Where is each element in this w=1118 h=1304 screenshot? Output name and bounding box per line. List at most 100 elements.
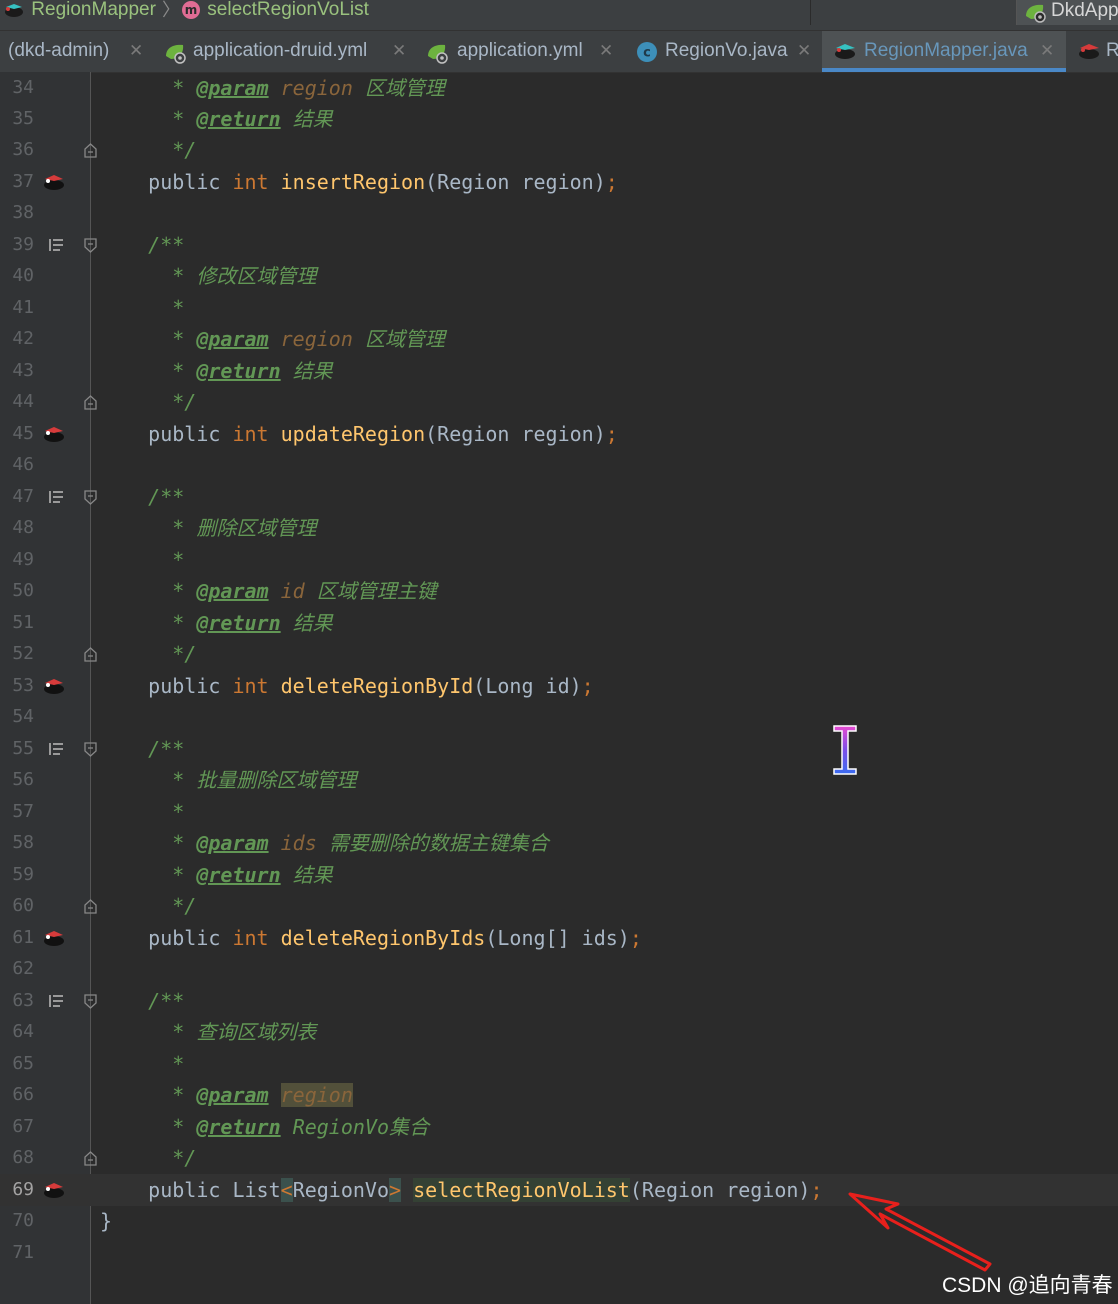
tab-dkd-admin[interactable]: (dkd-admin) ✕ — [0, 31, 150, 72]
code-line-56[interactable]: 56 * 批量删除区域管理 — [0, 764, 1118, 796]
code-line-66[interactable]: 66 * @param region — [0, 1079, 1118, 1111]
code-line-68[interactable]: 68 */ — [0, 1142, 1118, 1174]
code-line-63[interactable]: 63 /** — [0, 985, 1118, 1017]
breadcrumb-class[interactable]: RegionMapper — [2, 0, 156, 22]
java-class-icon: c — [637, 42, 657, 62]
code-line-42[interactable]: 42 * @param region 区域管理 — [0, 323, 1118, 355]
line-number: 70 — [12, 1210, 34, 1231]
implementation-lines-icon[interactable] — [49, 994, 63, 1008]
close-icon[interactable]: ✕ — [1040, 40, 1054, 62]
mybatis-mapper-icon — [835, 44, 855, 59]
close-icon[interactable]: ✕ — [392, 40, 406, 62]
line-number: 41 — [12, 297, 34, 318]
code-line-36[interactable]: 36 */ — [0, 134, 1118, 166]
line-number: 54 — [12, 706, 34, 727]
line-number: 38 — [12, 202, 34, 223]
mybatis-bird-icon — [5, 3, 23, 17]
code-line-54[interactable]: 54 — [0, 701, 1118, 733]
code-line-51[interactable]: 51 * @return 结果 — [0, 607, 1118, 639]
code-line-47[interactable]: 47 /** — [0, 481, 1118, 513]
line-number: 53 — [12, 675, 34, 696]
code-line-45[interactable]: 45 public int updateRegion(Region region… — [0, 418, 1118, 450]
line-number: 39 — [12, 234, 34, 255]
fold-end-icon[interactable] — [84, 1151, 97, 1166]
fold-start-icon[interactable] — [84, 490, 97, 505]
fold-start-icon[interactable] — [84, 238, 97, 253]
code-line-39[interactable]: 39 /** — [0, 229, 1118, 261]
mybatis-bird-icon[interactable] — [42, 928, 66, 948]
code-line-41[interactable]: 41 * — [0, 292, 1118, 324]
mybatis-mapper-icon — [1079, 44, 1099, 59]
close-icon[interactable]: ✕ — [599, 40, 613, 62]
close-icon[interactable]: ✕ — [797, 40, 811, 62]
implementation-lines-icon[interactable] — [49, 238, 63, 252]
doc-tag: @param — [196, 76, 269, 100]
code-line-46[interactable]: 46 — [0, 449, 1118, 481]
code-line-62[interactable]: 62 — [0, 953, 1118, 985]
line-number: 43 — [12, 360, 34, 381]
line-number: 68 — [12, 1147, 34, 1168]
code-line-60[interactable]: 60 */ — [0, 890, 1118, 922]
unused-param-highlight: region — [280, 1083, 353, 1107]
fold-end-icon[interactable] — [84, 143, 97, 158]
code-line-35[interactable]: 35 * @return 结果 — [0, 103, 1118, 135]
code-line-52[interactable]: 52 */ — [0, 638, 1118, 670]
code-line-67[interactable]: 67 * @return RegionVo集合 — [0, 1111, 1118, 1143]
tab-application-yml[interactable]: application.yml ✕ — [422, 31, 622, 72]
code-line-49[interactable]: 49 * — [0, 544, 1118, 576]
code-line-57[interactable]: 57 * — [0, 796, 1118, 828]
run-config-selector[interactable]: DkdApp — [1016, 0, 1118, 25]
doc-tag: @param — [196, 327, 269, 351]
tab-regionvo-java[interactable]: c RegionVo.java ✕ — [630, 31, 820, 72]
code-line-50[interactable]: 50 * @param id 区域管理主键 — [0, 575, 1118, 607]
close-icon[interactable]: ✕ — [129, 40, 143, 62]
code-line-44[interactable]: 44 */ — [0, 386, 1118, 418]
line-number: 52 — [12, 643, 34, 664]
tab-overflow-r[interactable]: R — [1072, 31, 1118, 72]
fold-start-icon[interactable] — [84, 742, 97, 757]
mybatis-bird-icon[interactable] — [42, 676, 66, 696]
code-line-38[interactable]: 38 — [0, 197, 1118, 229]
svg-text:c: c — [643, 46, 651, 61]
line-number: 45 — [12, 423, 34, 444]
code-line-34[interactable]: 34 * @param region 区域管理 — [0, 72, 1118, 104]
code-line-65[interactable]: 65 * — [0, 1048, 1118, 1080]
text-cursor-icon — [833, 725, 857, 775]
fold-start-icon[interactable] — [84, 994, 97, 1009]
navigation-bar: RegionMapper 〉 m selectRegionVoList DkdA… — [0, 0, 1118, 31]
code-line-64[interactable]: 64 * 查询区域列表 — [0, 1016, 1118, 1048]
fold-end-icon[interactable] — [84, 395, 97, 410]
editor-tab-bar: (dkd-admin) ✕ application-druid.yml ✕ ap… — [0, 31, 1118, 73]
implementation-lines-icon[interactable] — [49, 490, 63, 504]
fold-end-icon[interactable] — [84, 899, 97, 914]
mybatis-bird-icon[interactable] — [42, 424, 66, 444]
line-number: 49 — [12, 549, 34, 570]
code-line-37[interactable]: 37 public int insertRegion(Region region… — [0, 166, 1118, 198]
line-number: 35 — [12, 108, 34, 129]
fold-end-icon[interactable] — [84, 647, 97, 662]
mybatis-bird-icon[interactable] — [42, 172, 66, 192]
code-line-40[interactable]: 40 * 修改区域管理 — [0, 260, 1118, 292]
annotation-arrow-icon — [848, 1192, 992, 1272]
doc-tag: @param — [196, 1083, 269, 1107]
code-line-61[interactable]: 61 public int deleteRegionByIds(Long[] i… — [0, 922, 1118, 954]
line-number: 64 — [12, 1021, 34, 1042]
svg-text:m: m — [185, 3, 198, 17]
code-line-43[interactable]: 43 * @return 结果 — [0, 355, 1118, 387]
line-number: 61 — [12, 927, 34, 948]
implementation-lines-icon[interactable] — [49, 742, 63, 756]
tab-application-druid-yml[interactable]: application-druid.yml ✕ — [158, 31, 416, 72]
breadcrumb-method[interactable]: m selectRegionVoList — [180, 0, 369, 22]
doc-tag: @return — [196, 359, 281, 383]
line-number: 57 — [12, 801, 34, 822]
doc-tag: @return — [196, 1115, 281, 1139]
code-line-48[interactable]: 48 * 删除区域管理 — [0, 512, 1118, 544]
code-line-53[interactable]: 53 public int deleteRegionById(Long id); — [0, 670, 1118, 702]
code-line-58[interactable]: 58 * @param ids 需要删除的数据主键集合 — [0, 827, 1118, 859]
tab-regionmapper-java[interactable]: RegionMapper.java ✕ — [822, 31, 1066, 72]
code-line-59[interactable]: 59 * @return 结果 — [0, 859, 1118, 891]
code-line-55[interactable]: 55 /** — [0, 733, 1118, 765]
mybatis-bird-icon[interactable] — [42, 1180, 66, 1200]
line-number: 48 — [12, 517, 34, 538]
line-number: 37 — [12, 171, 34, 192]
